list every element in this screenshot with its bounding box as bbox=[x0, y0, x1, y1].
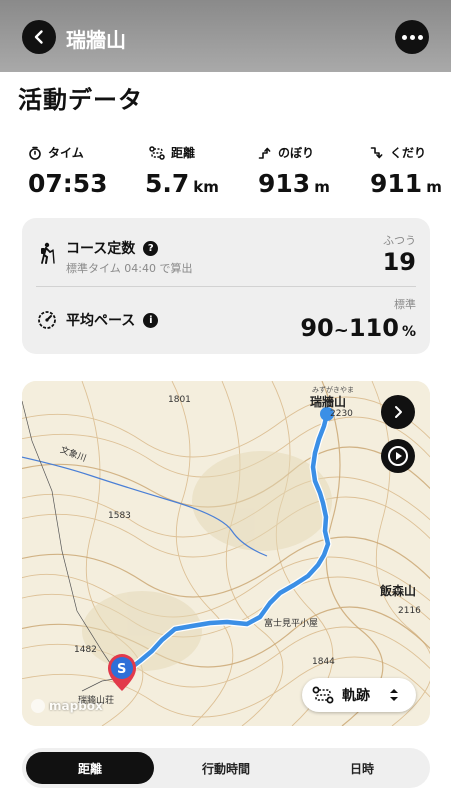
pace-unit: % bbox=[401, 324, 416, 340]
header-bar: 瑞牆山 bbox=[0, 0, 451, 72]
route-map[interactable]: 1801 文象川 1583 1482 富士見平小屋 飯森山 2116 1844 … bbox=[22, 381, 430, 726]
stat-ascent-label: のぼり bbox=[278, 146, 315, 160]
pace-high: 110 bbox=[348, 314, 399, 342]
mapbox-attribution[interactable]: mapbox bbox=[31, 699, 103, 713]
pace-tilde: ~ bbox=[333, 320, 349, 341]
course-constant-label: コース定数 bbox=[66, 241, 136, 257]
ascent-icon bbox=[258, 147, 271, 159]
map-label-hut: 富士見平小屋 bbox=[264, 619, 319, 629]
info-icon[interactable]: i bbox=[143, 312, 159, 328]
route-icon bbox=[149, 145, 165, 160]
stat-time-label: タイム bbox=[48, 146, 84, 160]
route-icon bbox=[312, 686, 334, 704]
card-divider bbox=[36, 286, 416, 287]
stat-descent-label: くだり bbox=[390, 146, 427, 160]
course-rating-label: ふつう bbox=[383, 234, 416, 247]
more-icon bbox=[401, 34, 407, 40]
more-button[interactable] bbox=[395, 20, 429, 54]
pace-rating-label: 標準 bbox=[394, 298, 416, 311]
mapbox-logo-icon bbox=[31, 699, 45, 713]
track-toggle-label: 軌跡 bbox=[342, 688, 370, 704]
course-constant-subtitle: 標準タイム 04:40 で算出 bbox=[66, 262, 193, 275]
section-title: 活動データ bbox=[18, 86, 143, 114]
chevron-left-icon bbox=[34, 30, 43, 44]
page-title: 瑞牆山 bbox=[66, 28, 126, 52]
map-label-elev-1844: 1844 bbox=[312, 657, 335, 667]
map-peak-name: 瑞牆山 bbox=[310, 395, 347, 409]
tab-duration[interactable]: 行動時間 bbox=[162, 752, 290, 784]
map-label-iimoriyama: 飯森山 bbox=[380, 584, 417, 598]
help-icon[interactable]: ? bbox=[143, 240, 159, 256]
map-label-elev-1583: 1583 bbox=[108, 511, 131, 521]
stat-descent: くだり 911 m bbox=[370, 144, 442, 198]
tab-distance[interactable]: 距離 bbox=[26, 752, 154, 784]
stat-ascent-value: 913 bbox=[258, 169, 311, 198]
stat-time-value: 07:53 bbox=[28, 169, 108, 198]
stat-ascent: のぼり 913 m bbox=[258, 144, 330, 198]
stats-row: タイム 07:53 距離 5.7 km のぼり 913 m くだり 911 m bbox=[0, 144, 451, 204]
pace-low: 90 bbox=[300, 314, 334, 342]
stat-time: タイム 07:53 bbox=[28, 144, 108, 198]
tab-datetime[interactable]: 日時 bbox=[298, 752, 426, 784]
average-pace-label: 平均ペース bbox=[66, 313, 136, 329]
stat-descent-unit: m bbox=[426, 178, 442, 196]
map-label-elev-1801: 1801 bbox=[168, 395, 191, 405]
course-constant-value: 19 bbox=[382, 248, 416, 276]
descent-icon bbox=[370, 146, 383, 158]
info-card: コース定数 ? 標準タイム 04:40 で算出 ふつう 19 平均ペース i 標… bbox=[22, 218, 430, 354]
sort-icon bbox=[390, 689, 398, 701]
back-button[interactable] bbox=[22, 20, 56, 54]
speedometer-icon bbox=[38, 311, 56, 329]
map-next-button[interactable] bbox=[381, 395, 415, 429]
map-label-elev-2116: 2116 bbox=[398, 606, 421, 616]
hiker-icon bbox=[41, 242, 55, 264]
topographic-map bbox=[22, 381, 430, 726]
average-pace-title: 平均ペース i bbox=[66, 310, 159, 330]
track-toggle-button[interactable]: 軌跡 bbox=[302, 678, 416, 712]
map-label-elev-1482: 1482 bbox=[74, 645, 97, 655]
chevron-right-icon bbox=[395, 406, 402, 418]
map-play-button[interactable] bbox=[381, 439, 415, 473]
map-label-elev-2230: 2230 bbox=[330, 409, 353, 419]
stopwatch-icon bbox=[29, 146, 41, 160]
bottom-tab-bar: 距離 行動時間 日時 bbox=[22, 748, 430, 788]
course-constant-title: コース定数 ? bbox=[66, 238, 159, 258]
stat-distance-value: 5.7 bbox=[145, 169, 190, 198]
average-pace-value: 90~110% bbox=[300, 314, 416, 342]
stat-ascent-unit: m bbox=[314, 178, 330, 196]
stat-distance: 距離 5.7 km bbox=[145, 144, 219, 198]
stat-distance-label: 距離 bbox=[171, 146, 196, 160]
start-marker: S bbox=[117, 662, 127, 677]
play-icon bbox=[388, 446, 408, 466]
stat-distance-unit: km bbox=[193, 178, 219, 196]
mapbox-text: mapbox bbox=[49, 699, 103, 713]
stat-descent-value: 911 bbox=[370, 169, 423, 198]
